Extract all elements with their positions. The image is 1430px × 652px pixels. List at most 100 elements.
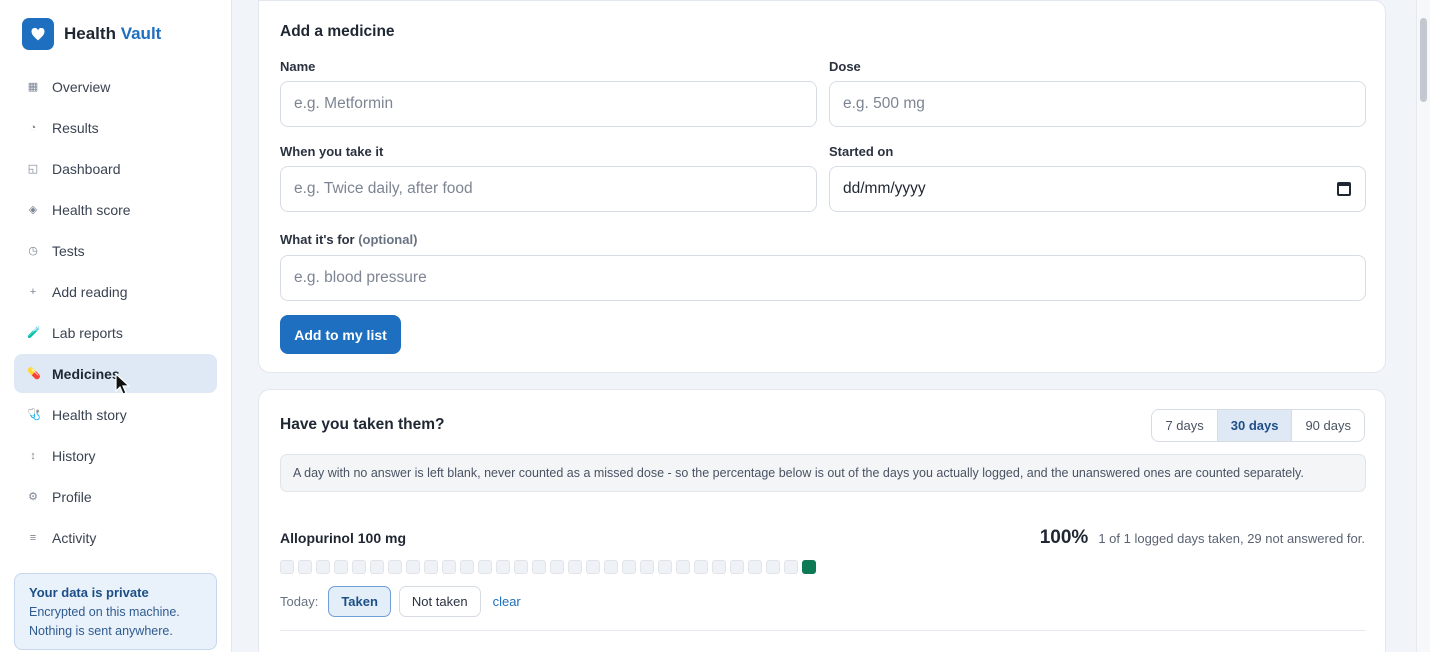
day-cell-blank	[784, 560, 798, 574]
day-cell-blank	[622, 560, 636, 574]
day-cell-blank	[406, 560, 420, 574]
sidebar-item-tests[interactable]: ◷ Tests	[14, 231, 217, 270]
sidebar-item-health-score[interactable]: ◈ Health score	[14, 190, 217, 229]
day-cell-blank	[730, 560, 744, 574]
sidebar-item-label: Profile	[52, 488, 92, 505]
brand-name: Health Vault	[64, 24, 161, 44]
sidebar-item-results[interactable]: ◔ Results	[14, 108, 217, 147]
day-cell-blank	[712, 560, 726, 574]
day-cell-blank	[694, 560, 708, 574]
divider	[280, 630, 1366, 631]
sidebar-item-history[interactable]: ↕ History	[14, 436, 217, 475]
day-cell-blank	[586, 560, 600, 574]
clear-link[interactable]: clear	[493, 594, 521, 609]
gear-icon: ⚙	[28, 491, 38, 503]
range-7-days[interactable]: 7 days	[1152, 410, 1216, 441]
day-cell-blank	[298, 560, 312, 574]
privacy-title: Your data is private	[29, 585, 149, 600]
scroll-thumb[interactable]	[1420, 18, 1427, 102]
day-cell-blank	[424, 560, 438, 574]
name-label: Name	[280, 59, 316, 74]
brand[interactable]: Health Vault	[22, 18, 161, 50]
sidebar-item-overview[interactable]: ▦ Overview	[14, 67, 217, 106]
day-cell-blank	[316, 560, 330, 574]
brand-name-main: Health	[64, 24, 116, 43]
day-cell-blank	[388, 560, 402, 574]
day-cell-blank	[460, 560, 474, 574]
scrollbar[interactable]	[1416, 0, 1430, 652]
day-cell-blank	[748, 560, 762, 574]
privacy-notice: Your data is private Encrypted on this m…	[14, 573, 217, 650]
brand-name-accent: Vault	[120, 24, 162, 43]
range-selector: 7 days 30 days 90 days	[1151, 409, 1365, 442]
heart-icon	[22, 18, 54, 50]
privacy-line-1: Encrypted on this machine.	[29, 605, 180, 619]
diamond-icon: ◈	[28, 204, 38, 216]
stethoscope-icon: 🩺	[27, 409, 41, 421]
calendar-icon[interactable]	[1337, 182, 1351, 196]
day-cell-blank	[496, 560, 510, 574]
not-taken-button[interactable]: Not taken	[398, 586, 481, 617]
sidebar-item-label: Tests	[52, 242, 85, 259]
range-90-days[interactable]: 90 days	[1291, 410, 1364, 441]
adherence-card: Have you taken them? 7 days 30 days 90 day…	[258, 389, 1386, 652]
adherence-title: Have you taken them?	[280, 416, 445, 433]
sidebar-item-add-reading[interactable]: + Add reading	[14, 272, 217, 311]
list-icon: ≡	[29, 531, 37, 544]
day-cell-blank	[280, 560, 294, 574]
sidebar-item-label: Health score	[52, 201, 131, 218]
sidebar-item-lab-reports[interactable]: 🧪 Lab reports	[14, 313, 217, 352]
name-placeholder: e.g. Metformin	[294, 95, 394, 112]
adherence-percent: 100%	[1039, 527, 1089, 548]
sidebar-item-label: Overview	[52, 78, 111, 95]
add-to-list-button[interactable]: Add to my list	[280, 315, 401, 354]
sidebar-item-label: Results	[52, 119, 99, 136]
started-label: Started on	[829, 144, 894, 159]
purpose-optional-text: (optional)	[358, 232, 418, 247]
plus-icon: +	[29, 285, 37, 298]
sidebar-item-activity[interactable]: ≡ Activity	[14, 518, 217, 557]
dose-label: Dose	[829, 59, 861, 74]
dashboard-icon: ◱	[27, 163, 39, 175]
sidebar-item-label: Activity	[52, 529, 97, 546]
arrows-vertical-icon: ↕	[30, 449, 36, 462]
sidebar-item-profile[interactable]: ⚙ Profile	[14, 477, 217, 516]
started-date-value: dd/mm/yyyy	[843, 180, 926, 197]
when-input[interactable]: e.g. Twice daily, after food	[280, 166, 817, 212]
sidebar-item-label: Dashboard	[52, 160, 121, 177]
adherence-note: A day with no answer is left blank, neve…	[280, 454, 1366, 492]
taken-button[interactable]: Taken	[328, 586, 391, 617]
sidebar-item-label: Medicines	[52, 365, 120, 382]
day-cell-blank	[532, 560, 546, 574]
sidebar-item-label: Lab reports	[52, 324, 123, 341]
day-cell-blank	[514, 560, 528, 574]
today-label: Today:	[280, 594, 319, 609]
when-label: When you take it	[280, 144, 384, 159]
started-date-input[interactable]: dd/mm/yyyy	[829, 166, 1366, 212]
day-cell-blank	[568, 560, 582, 574]
purpose-label: What it's for (optional)	[280, 232, 417, 247]
adherence-summary: 1 of 1 logged days taken, 29 not answere…	[1098, 531, 1365, 546]
medicine-adherence: 100% 1 of 1 logged days taken, 29 not an…	[1040, 527, 1365, 549]
purpose-input[interactable]: e.g. blood pressure	[280, 255, 1366, 301]
day-cell-blank	[334, 560, 348, 574]
day-cell-blank	[640, 560, 654, 574]
day-cell-blank	[766, 560, 780, 574]
medicine-name: Allopurinol 100 mg	[280, 530, 407, 546]
privacy-line-2: Nothing is sent anywhere.	[29, 624, 173, 638]
grid-icon: ▦	[27, 81, 39, 93]
sidebar: Health Vault ▦ Overview ◔ Results ◱ Dashboard…	[0, 0, 232, 652]
day-cell-taken	[802, 560, 816, 574]
day-cell-blank	[352, 560, 366, 574]
range-30-days[interactable]: 30 days	[1216, 410, 1292, 441]
pie-icon: ◔	[29, 121, 37, 134]
day-cell-blank	[370, 560, 384, 574]
dose-input[interactable]: e.g. 500 mg	[829, 81, 1366, 127]
day-cell-blank	[604, 560, 618, 574]
day-cell-blank	[478, 560, 492, 574]
sidebar-item-dashboard[interactable]: ◱ Dashboard	[14, 149, 217, 188]
name-input[interactable]: e.g. Metformin	[280, 81, 817, 127]
today-row: Today: Taken Not taken clear	[280, 586, 521, 617]
mouse-cursor-icon	[115, 372, 131, 401]
pill-icon: 💊	[27, 368, 41, 380]
